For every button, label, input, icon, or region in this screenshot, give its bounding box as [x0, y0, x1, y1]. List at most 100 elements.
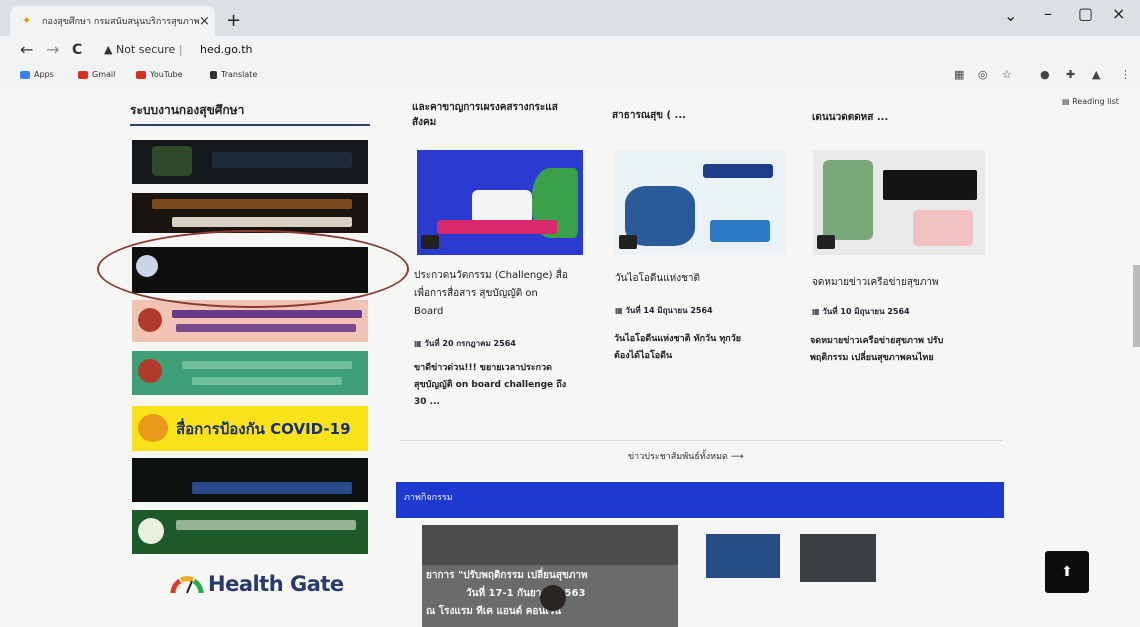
back-to-top-button[interactable]: ⬆ — [1045, 551, 1089, 593]
banner-image — [437, 220, 557, 234]
bookmark-gmail[interactable]: Gmail — [78, 70, 115, 79]
account-icon[interactable]: ▲ — [1092, 68, 1100, 81]
youtube-icon — [136, 70, 146, 79]
security-text: Not secure — [115, 43, 176, 56]
scrollbar-thumb[interactable] — [1133, 265, 1140, 347]
virus-icon — [138, 414, 168, 442]
news-date: ▦ วันที่ 20 กรกฎาคม 2564 — [414, 337, 516, 350]
gallery-main-photo[interactable]: ยาการ "ปรับพฤติกรรม เปลี่ยนสุขภาพ วันที่… — [422, 525, 678, 627]
ministry-logo-icon — [138, 518, 164, 544]
gallery-thumbnail-2[interactable] — [706, 534, 780, 578]
news-desc-line: พฤติกรรม เปลี่ยนสุขภาพคนไทย — [810, 353, 934, 363]
banner-text-block — [176, 520, 356, 530]
banner-text-block — [883, 170, 977, 200]
person-photo — [540, 585, 566, 611]
gallery-heading: ภาพกิจกรรม — [404, 493, 453, 503]
news-thumbnail-3[interactable] — [813, 150, 985, 255]
banner-text-block — [703, 164, 773, 178]
security-indicator[interactable]: ▲ Not secure | — [104, 43, 183, 56]
news-column-heading: และคาขาญการเผรงคสรางกระแส สังคม — [412, 102, 558, 128]
person-icon — [138, 359, 162, 383]
profile-extension-icon[interactable]: ● — [1040, 68, 1050, 81]
forward-icon[interactable]: → — [46, 40, 59, 59]
annotation-circle — [97, 230, 409, 308]
sidebar-banner-covid[interactable]: สื่อการป้องกัน COVID-19 — [132, 406, 368, 451]
video-play-icon — [817, 235, 835, 249]
bookmark-translate[interactable]: Translate — [210, 70, 257, 79]
browser-tab[interactable]: ✦ กองสุขศึกษา กรมสนับสนุนบริการสุขภาพ × — [10, 6, 215, 36]
maximize-button[interactable]: ▢ — [1078, 4, 1093, 23]
url-field[interactable]: hed.go.th — [200, 43, 253, 56]
sidebar-banner-5[interactable] — [132, 351, 368, 395]
menu-dots-icon[interactable]: ⋮ — [1120, 68, 1131, 81]
sidebar-title: ระบบงานกองสุขศึกษา — [130, 103, 245, 117]
sidebar-banner-1[interactable] — [132, 140, 368, 184]
news-description: ขาดีข่าวด่วน!!! ขยายเวลาประกวด สุขบัญญัต… — [414, 360, 566, 411]
news-desc-line: ต้องได้ไอโอดีน — [614, 351, 673, 361]
extension-icon[interactable]: ▦ — [954, 68, 964, 81]
tab-close-icon[interactable]: × — [199, 14, 215, 29]
banner-image — [152, 146, 192, 176]
reading-list-button[interactable]: ▤ Reading list — [1062, 97, 1119, 106]
news-desc-line: ขาดีข่าวด่วน!!! ขยายเวลาประกวด — [414, 363, 552, 373]
news-date: ▦ วันที่ 14 มิถุนายน 2564 — [615, 304, 713, 317]
bookmark-apps[interactable]: Apps — [20, 70, 54, 79]
reading-list-label: Reading list — [1072, 97, 1119, 106]
share-icon[interactable]: ◎ — [978, 68, 988, 81]
sidebar-title-underline — [130, 124, 370, 126]
news-title[interactable]: จดหมายข่าวเครือข่ายสุขภาพ — [812, 274, 939, 292]
news-title[interactable]: ประกวดนวัตกรรม (Challenge) สื่อ เพื่อการ… — [414, 267, 568, 321]
bookmark-label: Translate — [221, 70, 258, 79]
all-news-link[interactable]: ข่าวประชาสัมพันธ์ทั้งหมด ⟶ — [628, 449, 744, 463]
back-icon[interactable]: ← — [20, 40, 33, 59]
news-date-text: วันที่ 20 กรกฎาคม 2564 — [424, 339, 516, 348]
minimize-button[interactable]: – — [1044, 4, 1052, 23]
news-description: จดหมายข่าวเครือข่ายสุขภาพ ปรับ พฤติกรรม … — [810, 333, 943, 367]
banner-text-block — [172, 217, 352, 227]
close-window-button[interactable]: × — [1112, 4, 1125, 23]
health-gate-logo[interactable]: Health Gate — [170, 572, 344, 596]
news-thumbnail-2[interactable] — [615, 150, 785, 255]
banner-image — [710, 220, 770, 242]
star-icon[interactable]: ☆ — [1002, 68, 1012, 81]
sidebar-banner-7[interactable] — [132, 458, 368, 502]
news-title-line: จดหมายข่าวเครือข่ายสุขภาพ — [812, 277, 939, 288]
news-date-text: วันที่ 14 มิถุนายน 2564 — [625, 306, 713, 315]
news-thumbnail-1[interactable] — [417, 150, 583, 255]
gallery-caption-line: ยาการ "ปรับพฤติกรรม เปลี่ยนสุขภาพ — [426, 570, 588, 581]
banner-text-block — [152, 199, 352, 209]
reload-icon[interactable]: C — [72, 42, 82, 58]
banner-image — [913, 210, 973, 246]
sidebar-banner-8[interactable] — [132, 510, 368, 554]
sidebar-banner-2[interactable] — [132, 193, 368, 233]
calendar-icon: ▦ — [812, 307, 820, 316]
covid-banner-text: สื่อการป้องกัน COVID-19 — [176, 419, 351, 438]
new-tab-button[interactable]: + — [226, 10, 241, 31]
gallery-thumbnail-3[interactable] — [800, 534, 876, 582]
photo-backdrop — [422, 525, 678, 565]
megaphone-icon — [472, 190, 532, 224]
gallery-header-bar — [396, 482, 1004, 518]
translate-icon — [210, 70, 217, 79]
news-desc-line: วันไอโอดีนแห่งชาติ ทักวัน ทุกวัย — [614, 334, 742, 344]
news-title[interactable]: วันไอโอดีนแห่งชาติ — [615, 270, 700, 288]
puzzle-icon[interactable]: ✚ — [1066, 68, 1075, 81]
tab-search-icon[interactable]: ⌄ — [1004, 6, 1017, 25]
news-column-heading: สาธารณสุข ( ... — [612, 110, 686, 121]
arrow-up-icon: ⬆ — [1061, 564, 1073, 580]
banner-text-block — [192, 377, 342, 385]
gauge-icon — [170, 576, 204, 594]
news-desc-line: จดหมายข่าวเครือข่ายสุขภาพ ปรับ — [810, 336, 944, 346]
reading-list-icon: ▤ — [1062, 97, 1070, 106]
gmail-icon — [78, 70, 88, 79]
news-desc-line: สุขบัญญัติ on board challenge ถึง — [414, 380, 567, 390]
banner-text-block — [192, 482, 352, 494]
apps-grid-icon — [20, 70, 30, 79]
site-favicon-icon: ✦ — [22, 14, 32, 27]
banner-text-block — [212, 152, 352, 168]
bookmark-youtube[interactable]: YouTube — [136, 70, 183, 79]
news-date: ▦ วันที่ 10 มิถุนายน 2564 — [812, 305, 910, 318]
video-play-icon — [619, 235, 637, 249]
banner-text-block — [176, 324, 356, 332]
news-desc-line: 30 ... — [414, 397, 440, 407]
